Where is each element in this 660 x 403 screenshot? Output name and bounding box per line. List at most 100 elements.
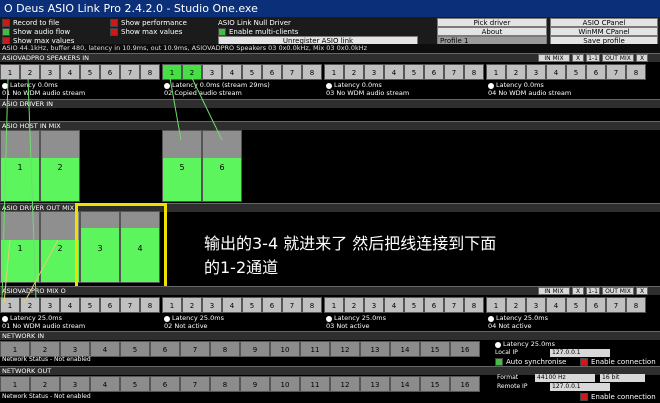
network-channel-button[interactable]: 10 <box>270 376 300 392</box>
channel-button[interactable]: 1 <box>0 297 20 313</box>
network-channel-button[interactable]: 12 <box>330 376 360 392</box>
channel-button[interactable]: 8 <box>626 64 646 80</box>
channel-button[interactable]: 7 <box>444 64 464 80</box>
winmm-cpanel-button[interactable]: WinMM CPanel <box>550 27 658 36</box>
mix-x-button[interactable]: X <box>572 287 584 295</box>
channel-button[interactable]: 2 <box>182 64 202 80</box>
channel-button[interactable]: 2 <box>344 297 364 313</box>
channel-button[interactable]: 3 <box>40 297 60 313</box>
channel-button[interactable]: 8 <box>302 64 322 80</box>
channel-button[interactable]: 1 <box>486 297 506 313</box>
mix-out-mix-button[interactable]: OUT MIX <box>602 287 634 295</box>
network-channel-button[interactable]: 3 <box>60 376 90 392</box>
network-channel-button[interactable]: 1 <box>0 376 30 392</box>
enable-conn-in-checkbox[interactable] <box>580 357 588 366</box>
channel-button[interactable]: 6 <box>100 64 120 80</box>
channel-button[interactable]: 3 <box>526 64 546 80</box>
channel-button[interactable]: 7 <box>282 64 302 80</box>
local-ip-field[interactable]: 127.0.0.1 <box>550 349 610 357</box>
channel-button[interactable]: 4 <box>384 64 404 80</box>
channel-button[interactable]: 7 <box>606 64 626 80</box>
channel-button[interactable]: 1 <box>324 297 344 313</box>
channel-button[interactable]: 7 <box>444 297 464 313</box>
out-mix-button[interactable]: OUT MIX <box>602 54 634 62</box>
bits-select[interactable]: 16 bit <box>600 374 645 382</box>
channel-button[interactable]: 3 <box>364 297 384 313</box>
channel-button[interactable]: 8 <box>140 297 160 313</box>
channel-button[interactable]: 2 <box>20 297 40 313</box>
channel-button[interactable]: 3 <box>202 64 222 80</box>
channel-button[interactable]: 4 <box>546 297 566 313</box>
network-channel-button[interactable]: 13 <box>360 341 390 357</box>
x-button[interactable]: X <box>572 54 584 62</box>
channel-button[interactable]: 2 <box>506 297 526 313</box>
network-channel-button[interactable]: 4 <box>90 376 120 392</box>
channel-button[interactable]: 1 <box>324 64 344 80</box>
network-channel-button[interactable]: 14 <box>390 376 420 392</box>
channel-button[interactable]: 7 <box>120 64 140 80</box>
network-channel-button[interactable]: 5 <box>120 376 150 392</box>
channel-button[interactable]: 8 <box>464 64 484 80</box>
max-values2-checkbox[interactable] <box>110 27 118 36</box>
channel-button[interactable]: 7 <box>606 297 626 313</box>
channel-button[interactable]: 8 <box>464 297 484 313</box>
auto-sync-option[interactable]: Auto synchronise <box>495 357 566 366</box>
network-channel-button[interactable]: 2 <box>30 376 60 392</box>
network-channel-button[interactable]: 12 <box>330 341 360 357</box>
channel-button[interactable]: 1 <box>162 64 182 80</box>
channel-button[interactable]: 4 <box>546 64 566 80</box>
network-channel-button[interactable]: 5 <box>120 341 150 357</box>
channel-button[interactable]: 3 <box>202 297 222 313</box>
max-values2-option[interactable]: Show max values <box>110 27 187 36</box>
channel-button[interactable]: 8 <box>302 297 322 313</box>
channel-button[interactable]: 7 <box>282 297 302 313</box>
enable-conn-out-option[interactable]: Enable connection <box>580 392 656 401</box>
network-channel-button[interactable]: 9 <box>240 376 270 392</box>
network-channel-button[interactable]: 15 <box>420 376 450 392</box>
channel-button[interactable]: 5 <box>242 297 262 313</box>
network-channel-button[interactable]: 9 <box>240 341 270 357</box>
network-channel-button[interactable]: 6 <box>150 376 180 392</box>
x2-button[interactable]: X <box>636 54 648 62</box>
record-option[interactable]: Record to file <box>2 18 74 27</box>
network-channel-button[interactable]: 7 <box>180 341 210 357</box>
performance-option[interactable]: Show performance <box>110 18 187 27</box>
channel-button[interactable]: 8 <box>626 297 646 313</box>
channel-button[interactable]: 1 <box>0 64 20 80</box>
channel-button[interactable]: 6 <box>424 64 444 80</box>
pick-driver-button[interactable]: Pick driver <box>437 18 547 27</box>
channel-button[interactable]: 2 <box>182 297 202 313</box>
channel-button[interactable]: 4 <box>222 297 242 313</box>
network-channel-button[interactable]: 14 <box>390 341 420 357</box>
enable-conn-in-option[interactable]: Enable connection <box>580 357 656 366</box>
channel-button[interactable]: 8 <box>140 64 160 80</box>
mix-one-one-button[interactable]: 1-1 <box>586 287 600 295</box>
channel-button[interactable]: 2 <box>506 64 526 80</box>
channel-button[interactable]: 5 <box>242 64 262 80</box>
record-checkbox[interactable] <box>2 18 10 27</box>
channel-button[interactable]: 4 <box>222 64 242 80</box>
network-channel-button[interactable]: 11 <box>300 376 330 392</box>
network-channel-button[interactable]: 2 <box>30 341 60 357</box>
channel-button[interactable]: 3 <box>526 297 546 313</box>
network-channel-button[interactable]: 16 <box>450 341 480 357</box>
channel-button[interactable]: 3 <box>40 64 60 80</box>
mix-x2-button[interactable]: X <box>636 287 648 295</box>
network-channel-button[interactable]: 10 <box>270 341 300 357</box>
format-select[interactable]: 44100 Hz <box>535 374 595 382</box>
remote-ip-field[interactable]: 127.0.0.1 <box>550 383 610 391</box>
channel-button[interactable]: 4 <box>384 297 404 313</box>
channel-button[interactable]: 6 <box>262 64 282 80</box>
channel-button[interactable]: 5 <box>80 64 100 80</box>
network-channel-button[interactable]: 11 <box>300 341 330 357</box>
enable-conn-out-checkbox[interactable] <box>580 392 588 401</box>
network-channel-button[interactable]: 8 <box>210 376 240 392</box>
channel-button[interactable]: 4 <box>60 297 80 313</box>
channel-button[interactable]: 6 <box>586 64 606 80</box>
multi-clients-option[interactable]: Enable multi-clients <box>218 27 458 36</box>
network-channel-button[interactable]: 15 <box>420 341 450 357</box>
channel-button[interactable]: 6 <box>424 297 444 313</box>
channel-button[interactable]: 5 <box>404 297 424 313</box>
channel-button[interactable]: 2 <box>344 64 364 80</box>
channel-button[interactable]: 5 <box>566 64 586 80</box>
